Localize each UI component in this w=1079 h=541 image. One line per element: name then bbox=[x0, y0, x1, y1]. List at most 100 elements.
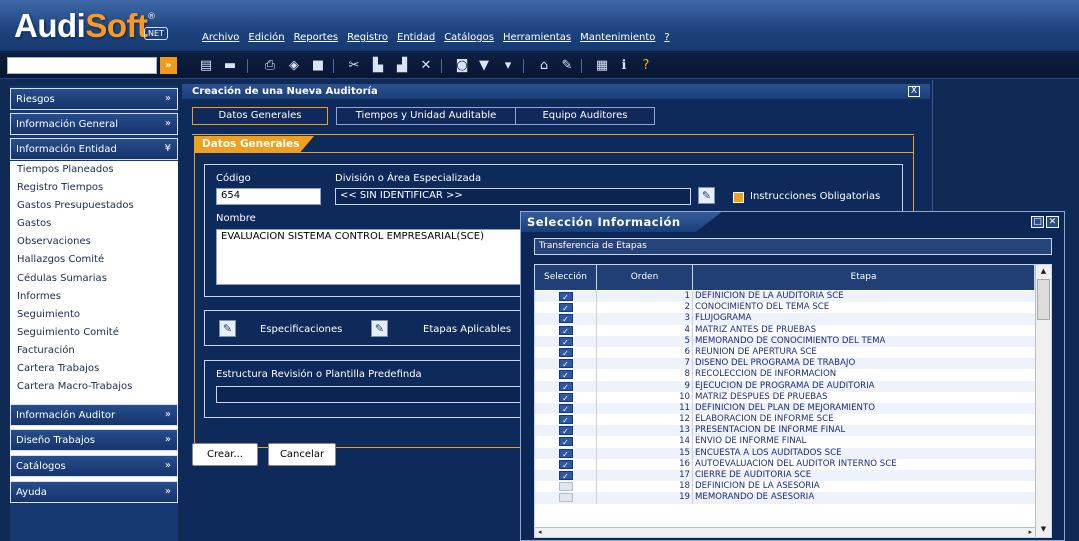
delete-icon[interactable]: ✕ bbox=[418, 58, 434, 74]
table-row[interactable]: ✓ 13 PRESENTACION DE INFORME FINAL bbox=[535, 425, 1035, 437]
division-field[interactable]: << SIN IDENTIFICAR >> bbox=[335, 188, 691, 205]
row-checkbox[interactable]: ✓ bbox=[558, 392, 573, 403]
row-checkbox[interactable]: ✓ bbox=[558, 437, 573, 447]
vertical-scrollbar[interactable]: ▲ ▼ bbox=[1035, 265, 1051, 537]
table-row[interactable]: ✓ 2 CONOCIMIENTO DEL TEMA SCE bbox=[535, 302, 1035, 314]
column-header-etapa[interactable]: Etapa bbox=[693, 265, 1035, 290]
table-row[interactable]: ✓ 19MEMORANDO DE ASESORIA bbox=[535, 492, 1035, 504]
tab-equipo-auditores[interactable]: Equipo Auditores bbox=[515, 107, 655, 125]
table-row[interactable]: ✓ 7 DISEÑO DEL PROGRAMA DE TRABAJO bbox=[535, 358, 1035, 370]
menu-item[interactable]: Entidad bbox=[397, 32, 435, 43]
clear-filter-icon[interactable]: ▾ bbox=[500, 58, 516, 74]
print-icon[interactable]: ⎙ bbox=[262, 58, 278, 74]
scroll-left-icon[interactable]: ◂ bbox=[538, 528, 542, 536]
menu-item[interactable]: Registro bbox=[347, 32, 388, 43]
sidebar-item[interactable]: Registro Tiempos bbox=[10, 179, 178, 197]
column-header-seleccion[interactable]: Selección bbox=[535, 265, 597, 290]
maximize-icon[interactable]: □ bbox=[1031, 216, 1044, 228]
edit-division-icon[interactable]: ✎ bbox=[698, 187, 715, 204]
scroll-right-icon[interactable]: ▸ bbox=[1028, 528, 1032, 536]
table-row[interactable]: ✓ 11 DEFINICION DEL PLAN DE MEJORAMIENTO bbox=[535, 402, 1035, 415]
sidebar-item[interactable]: Cédulas Sumarias bbox=[10, 270, 178, 288]
etapas-aplicables-link[interactable]: Etapas Aplicables bbox=[423, 324, 511, 335]
row-checkbox[interactable]: ✓ bbox=[558, 426, 573, 436]
search-go-button[interactable]: » bbox=[160, 57, 177, 74]
table-row[interactable]: ✓ 14 ENVIO DE INFORME FINAL bbox=[535, 436, 1035, 448]
table-row[interactable]: ✓ 1 DEFINICION DE LA AUDITORIA SCE bbox=[535, 291, 1035, 303]
table-row[interactable]: ✓ 8 RECOLECCION DE INFORMACION bbox=[535, 369, 1035, 381]
close-icon[interactable]: X bbox=[908, 86, 920, 97]
cancelar-button[interactable]: Cancelar bbox=[268, 443, 336, 466]
table-row[interactable]: ✓ 9 EJECUCION DE PROGRAMA DE AUDITORIA bbox=[535, 380, 1035, 392]
copy-icon[interactable]: ▙ bbox=[370, 58, 386, 74]
sidebar-section-informacion-entidad[interactable]: Información Entidad ¥ bbox=[10, 138, 178, 160]
row-checkbox[interactable]: ✓ bbox=[558, 403, 573, 414]
row-checkbox[interactable]: ✓ bbox=[558, 415, 573, 425]
sidebar-item[interactable]: Gastos Presupuestados bbox=[10, 197, 178, 215]
row-checkbox[interactable]: ✓ bbox=[558, 325, 573, 336]
sidebar-item[interactable]: Informes bbox=[10, 288, 178, 306]
table-row[interactable]: ✓ 15 ENCUESTA A LOS AUDITADOS SCE bbox=[535, 447, 1035, 459]
sidebar-section-riesgos[interactable]: Riesgos » bbox=[10, 88, 178, 110]
info-icon[interactable]: ℹ bbox=[616, 58, 632, 74]
especificaciones-link[interactable]: Especificaciones bbox=[260, 324, 342, 335]
filter-icon[interactable]: ▼ bbox=[476, 58, 492, 74]
save-icon[interactable]: ■ bbox=[310, 58, 326, 74]
table-row[interactable]: ✓ 18DEFINICION DE LA ASESORIA bbox=[535, 481, 1035, 493]
sidebar-item[interactable]: Tiempos Planeados bbox=[10, 161, 178, 179]
row-checkbox[interactable]: ✓ bbox=[558, 459, 573, 470]
help-icon[interactable]: ? bbox=[638, 58, 654, 74]
sidebar-section-ayuda[interactable]: Ayuda » bbox=[10, 481, 178, 503]
sidebar-item[interactable]: Facturación bbox=[10, 342, 178, 360]
row-checkbox[interactable]: ✓ bbox=[558, 370, 573, 380]
instrucciones-checkbox[interactable] bbox=[733, 192, 744, 203]
sidebar-section-diseno-trabajos[interactable]: Diseño Trabajos » bbox=[10, 429, 178, 451]
lock-icon[interactable]: ⌂ bbox=[536, 58, 552, 74]
row-checkbox[interactable]: ✓ bbox=[558, 448, 573, 459]
row-checkbox[interactable]: ✓ bbox=[558, 314, 573, 324]
scroll-up-icon[interactable]: ▲ bbox=[1036, 265, 1051, 278]
menu-item[interactable]: Catálogos bbox=[444, 32, 494, 43]
tag-icon[interactable]: ◈ bbox=[286, 58, 302, 74]
table-row[interactable]: ✓ 6 REUNION DE APERTURA SCE bbox=[535, 346, 1035, 359]
close-icon[interactable]: ✕ bbox=[1046, 216, 1059, 228]
menu-item[interactable]: ? bbox=[664, 32, 669, 43]
tab-tiempos-unidad[interactable]: Tiempos y Unidad Auditable bbox=[336, 107, 516, 125]
table-row[interactable]: ✓ 4 MATRIZ ANTES DE PRUEBAS bbox=[535, 324, 1035, 336]
row-checkbox[interactable]: ✓ bbox=[558, 493, 573, 503]
column-header-orden[interactable]: Orden bbox=[597, 265, 693, 290]
nombre-field[interactable]: EVALUACION SISTEMA CONTROL EMPRESARIAL(S… bbox=[216, 229, 522, 285]
row-checkbox[interactable]: ✓ bbox=[558, 336, 573, 347]
table-row[interactable]: ✓ 17 CIERRE DE AUDITORIA SCE bbox=[535, 470, 1035, 482]
table-row[interactable]: ✓ 12 ELABORACION DE INFORME SCE bbox=[535, 414, 1035, 426]
table-icon[interactable]: ▦ bbox=[594, 58, 610, 74]
table-row[interactable]: ✓ 3 FLUJOGRAMA bbox=[535, 313, 1035, 325]
menu-item[interactable]: Reportes bbox=[294, 32, 339, 43]
tab-datos-generales[interactable]: Datos Generales bbox=[192, 107, 328, 125]
sidebar-item[interactable]: Observaciones bbox=[10, 233, 178, 251]
new-record-icon[interactable]: ▤ bbox=[198, 58, 214, 74]
table-row[interactable]: ✓ 16 AUTOEVALUACIÓN DEL AUDITOR INTERNO SC… bbox=[535, 458, 1035, 470]
crear-button[interactable]: Crear... bbox=[192, 443, 258, 466]
print-preview-icon[interactable]: ◙ bbox=[454, 58, 470, 74]
menu-item[interactable]: Archivo bbox=[202, 32, 239, 43]
row-checkbox[interactable]: ✓ bbox=[558, 292, 573, 302]
especificaciones-icon[interactable]: ✎ bbox=[219, 320, 236, 337]
table-row[interactable]: ✓ 10 MATRIZ DESPUES DE PRUEBAS bbox=[535, 391, 1035, 403]
row-checkbox[interactable]: ✓ bbox=[558, 482, 573, 492]
etapas-icon[interactable]: ✎ bbox=[371, 320, 388, 337]
paste-icon[interactable]: ▟ bbox=[394, 58, 410, 74]
row-checkbox[interactable]: ✓ bbox=[558, 303, 573, 313]
row-checkbox[interactable]: ✓ bbox=[558, 359, 573, 369]
scroll-down-icon[interactable]: ▼ bbox=[1036, 523, 1051, 536]
menu-item[interactable]: Edición bbox=[248, 32, 284, 43]
row-checkbox[interactable]: ✓ bbox=[558, 381, 573, 392]
scroll-thumb[interactable] bbox=[1037, 279, 1050, 320]
open-folder-icon[interactable]: ▬ bbox=[222, 58, 238, 74]
table-row[interactable]: ✓ 5 MEMORANDO DE CONOCIMIENTO DEL TEMA bbox=[535, 335, 1035, 347]
sidebar-item[interactable]: Gastos bbox=[10, 215, 178, 233]
sidebar-item[interactable]: Seguimiento Comité bbox=[10, 324, 178, 342]
cut-icon[interactable]: ✂ bbox=[346, 58, 362, 74]
edit-icon[interactable]: ✎ bbox=[559, 58, 575, 74]
sidebar-section-catalogos[interactable]: Catálogos » bbox=[10, 455, 178, 477]
